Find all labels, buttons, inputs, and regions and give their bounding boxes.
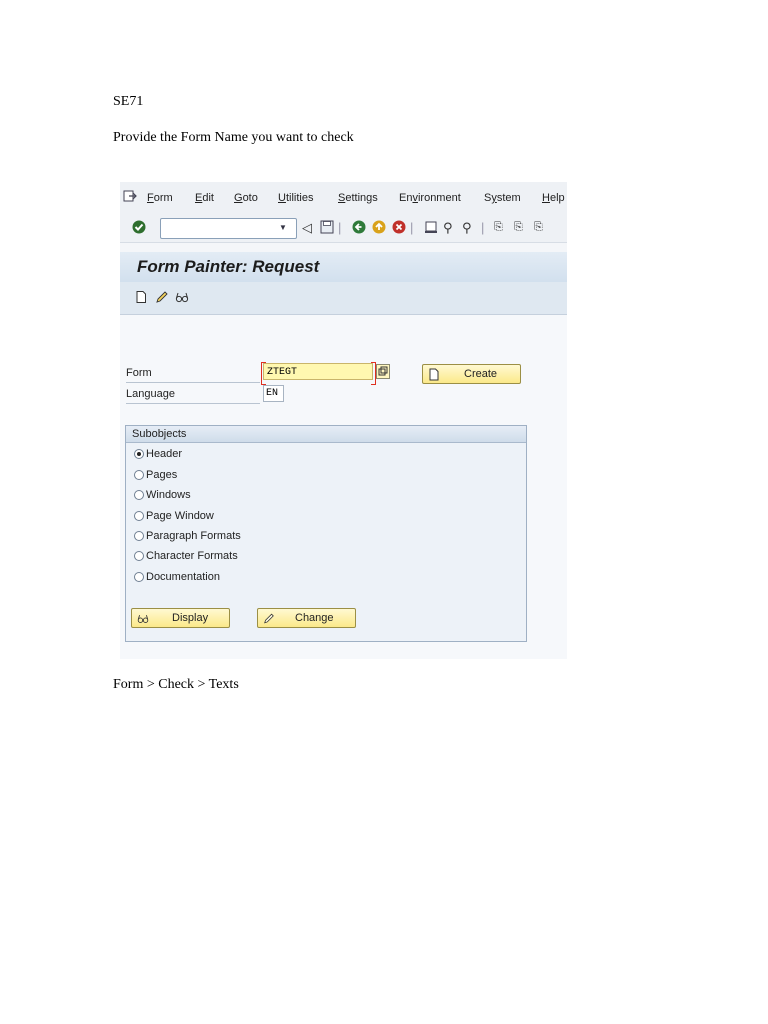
menu-bar: Form Edit Goto Utilities Settings Enviro… [120,182,567,212]
doc-instruction: Provide the Form Name you want to check [113,130,354,145]
menu-utilities[interactable]: Utilities [278,192,313,204]
sap-screenshot: Form Edit Goto Utilities Settings Enviro… [120,182,567,659]
print-icon[interactable] [424,220,438,234]
radio-icon[interactable] [134,531,144,541]
new-document-icon[interactable] [134,290,148,304]
required-marker-left [261,362,266,385]
display-button[interactable]: Display [131,608,230,628]
next-page-icon[interactable]: ⎘ [534,221,543,234]
radio-header[interactable]: Header [134,448,182,460]
form-label-underline [126,382,260,383]
language-label: Language [126,388,175,400]
doc-menu-path: Form > Check > Texts [113,677,239,692]
radio-icon[interactable] [134,490,144,500]
radio-icon[interactable] [134,470,144,480]
menu-help[interactable]: Help [542,192,565,204]
enter-icon[interactable] [132,220,146,234]
radio-icon[interactable] [134,572,144,582]
display-button-label: Display [172,612,209,624]
radio-selected-icon[interactable] [134,449,144,459]
change-button-label: Change [295,612,334,624]
radio-paragraph-formats[interactable]: Paragraph Formats [134,530,241,542]
create-button-label: Create [464,368,498,380]
menu-environment[interactable]: Environment [399,192,461,204]
application-toolbar [120,282,567,315]
glasses-icon[interactable] [175,290,189,304]
form-name-input[interactable]: ZTEGT [263,363,373,380]
exit-icon[interactable] [123,190,137,202]
radio-icon[interactable] [134,551,144,561]
menu-settings[interactable]: Settings [338,192,378,204]
menu-edit[interactable]: Edit [195,192,214,204]
play-left-icon[interactable]: ◁ [302,221,312,234]
radio-page-window[interactable]: Page Window [134,510,214,522]
radio-icon[interactable] [134,511,144,521]
radio-documentation[interactable]: Documentation [134,571,220,583]
radio-character-formats[interactable]: Character Formats [134,550,238,562]
subobjects-title: Subobjects [126,426,526,443]
find-icon[interactable]: ⚲ [443,221,453,234]
glasses-icon [137,614,149,623]
toolbar-separator: | [338,220,342,235]
radio-pages[interactable]: Pages [134,469,177,481]
first-page-icon[interactable]: ⎘ [494,221,503,234]
toolbar-separator: | [410,220,414,235]
pencil-icon [264,613,274,624]
page-title: Form Painter: Request [137,257,320,276]
radio-windows[interactable]: Windows [134,489,191,501]
language-input[interactable]: EN [263,385,284,402]
prev-page-icon[interactable]: ⎘ [514,221,523,234]
menu-goto[interactable]: Goto [234,192,258,204]
new-document-icon [429,368,439,381]
toolbar-separator: | [481,220,485,235]
screen-title-bar: Form Painter: Request [120,252,567,282]
back-icon[interactable] [352,220,366,234]
chevron-down-icon[interactable]: ▼ [279,223,287,232]
value-help-button[interactable] [376,364,390,379]
value-help-icon [378,366,388,376]
command-field[interactable] [160,218,297,239]
menu-form[interactable]: Form [147,192,173,204]
save-icon[interactable] [320,220,334,234]
subobjects-group: Subobjects Header Pages Windows Page Win… [125,425,527,642]
change-button[interactable]: Change [257,608,356,628]
system-toolbar: ▼ ◁ | | ⚲ ⚲ | ⎘ ⎘ ⎘ [120,212,567,243]
menu-system[interactable]: System [484,192,521,204]
create-button[interactable]: Create [422,364,521,384]
pencil-icon[interactable] [155,290,169,304]
cancel-icon[interactable] [392,220,406,234]
language-label-underline [126,403,260,404]
exit-up-icon[interactable] [372,220,386,234]
doc-heading-se71: SE71 [113,94,144,109]
form-label: Form [126,367,152,379]
find-next-icon[interactable]: ⚲ [462,221,472,234]
